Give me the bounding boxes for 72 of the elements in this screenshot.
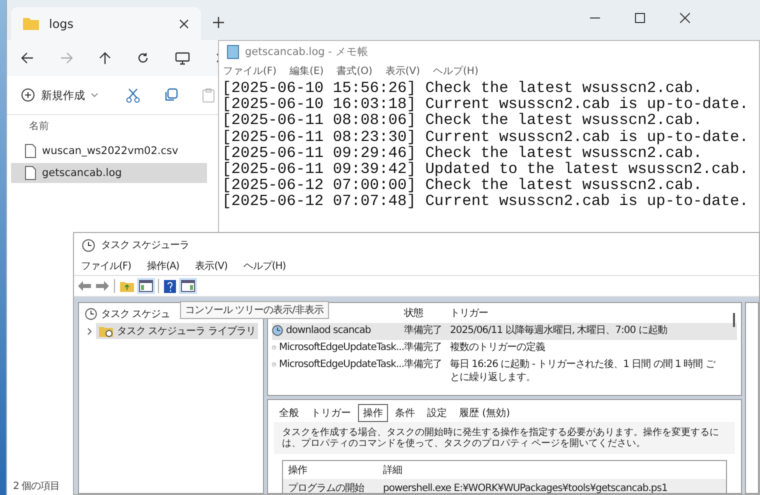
notepad-icon: [227, 45, 239, 59]
window-title: タスク スケジューラ: [101, 239, 190, 252]
log-line: [2025-06-11 08:23:30] Current wsusscn2.cab is up-to-date.: [222, 128, 750, 145]
column-header[interactable]: 状態: [404, 307, 450, 320]
tab-title: logs: [49, 16, 75, 30]
task-row[interactable]: downlaod scancab 準備完了 2025/06/11 以降毎週水曜日, 木曜日、7:00 に起動: [272, 323, 737, 340]
menu-item[interactable]: 表示(V): [385, 64, 420, 78]
item-count: 2 個の項目: [13, 480, 60, 493]
log-line: [2025-06-11 08:08:06] Check the latest wsusscn2.cab.: [222, 112, 702, 129]
forward-arrow-icon[interactable]: [96, 281, 109, 291]
refresh-icon[interactable]: [137, 52, 149, 64]
column-header[interactable]: 操作: [283, 463, 383, 477]
folder-clock-icon: [99, 325, 113, 337]
new-button[interactable]: 新規作成: [17, 86, 102, 104]
tab[interactable]: 履歴 (無効): [454, 404, 515, 422]
table-cell-text: powershell.exe E:¥WORK¥WUPackages¥tools¥getscancab.ps1: [383, 482, 668, 493]
scissors-icon[interactable]: [126, 88, 140, 102]
file-icon: [25, 166, 36, 180]
tab[interactable]: 全般: [274, 404, 304, 422]
up-arrow-icon[interactable]: [99, 52, 111, 64]
task-row[interactable]: MicrosoftEdgeUpdateTask...準備完了 毎日 16:26 に起動 - トリガーされた後、1 日間 の間 1 時間 ごとに繰り返します。: [272, 357, 737, 385]
task-row[interactable]: MicrosoftEdgeUpdateTask...準備完了 複数のトリガーの定義: [272, 340, 737, 357]
folder-icon: [23, 17, 39, 30]
menu-item[interactable]: ファイル(F): [223, 64, 277, 78]
back-arrow-icon[interactable]: [21, 52, 34, 64]
tab[interactable]: トリガー: [306, 404, 356, 422]
file-icon: [25, 144, 36, 158]
log-line: [2025-06-10 15:56:26] Check the latest wsusscn2.cab.: [222, 80, 702, 96]
folder-up-icon[interactable]: [120, 280, 134, 292]
copy-icon[interactable]: [164, 88, 178, 102]
pane-icon[interactable]: [181, 280, 195, 292]
tab[interactable]: 設定: [422, 404, 452, 422]
pane-icon[interactable]: [139, 280, 153, 292]
column-header[interactable]: 詳細: [383, 463, 726, 477]
log-line: [2025-06-11 09:39:42] Updated to the latest wsusscn2.cab.: [222, 161, 750, 178]
file-row[interactable]: getscancab.log: [11, 163, 207, 183]
tooltip: コンソール ツリーの表示/非表示: [180, 301, 329, 319]
menu-item[interactable]: ヘルプ(H): [243, 259, 286, 273]
menu-item[interactable]: ヘルプ(H): [433, 64, 478, 78]
menu-item[interactable]: 操作(A): [147, 259, 180, 273]
tab[interactable]: 操作: [358, 404, 388, 422]
paste-icon: [202, 88, 215, 102]
table-cell-text: プログラムの開始: [287, 482, 366, 493]
monitor-icon[interactable]: [175, 52, 190, 64]
scrollbar-thumb[interactable]: [733, 313, 735, 327]
maximize-icon[interactable]: [635, 13, 645, 23]
log-line: [2025-06-12 07:07:48] Current wsusscn2.cab is up-to-date.: [222, 193, 750, 210]
menu-item[interactable]: 表示(V): [195, 259, 228, 273]
window-title: getscancab.log - メモ帳: [245, 45, 368, 59]
clock-icon: [82, 238, 95, 252]
plus-circle-icon: [21, 88, 35, 102]
column-header[interactable]: トリガー: [450, 307, 723, 320]
log-line: [2025-06-11 09:29:46] Check the latest wsusscn2.cab.: [222, 144, 702, 162]
log-line: [2025-06-10 16:03:18] Current wsusscn2.cab is up-to-date.: [222, 96, 750, 112]
file-row[interactable]: wuscan_ws2022vm02.csv: [11, 141, 207, 161]
clock-icon: [85, 308, 97, 320]
tab[interactable]: 条件: [390, 404, 420, 422]
menu-item[interactable]: 書式(O): [336, 64, 372, 78]
clock-icon: [272, 325, 283, 336]
close-icon[interactable]: [179, 18, 189, 28]
tree-item[interactable]: タスク スケジュ: [82, 306, 174, 322]
folder-tab[interactable]: logs: [11, 7, 201, 40]
caret-icon: [91, 93, 98, 97]
new-tab-icon[interactable]: [213, 17, 224, 28]
column-header[interactable]: 名前: [25, 115, 53, 139]
menu-item[interactable]: 編集(E): [290, 64, 324, 78]
log-line: [2025-06-12 07:00:00] Check the latest wsusscn2.cab.: [222, 177, 702, 194]
tree-item[interactable]: タスク スケジューラ ライブラリ: [96, 323, 258, 339]
help-icon[interactable]: [164, 280, 176, 292]
close-icon[interactable]: [680, 13, 690, 23]
menu-item[interactable]: ファイル(F): [81, 259, 132, 273]
description-text: タスクを作成する場合、タスクの開始時に発生する操作を指定する必要があります。操作を変更するには、プロパティのコマンドを使って、タスクのプロパティ ページを開いてください。: [274, 422, 735, 454]
